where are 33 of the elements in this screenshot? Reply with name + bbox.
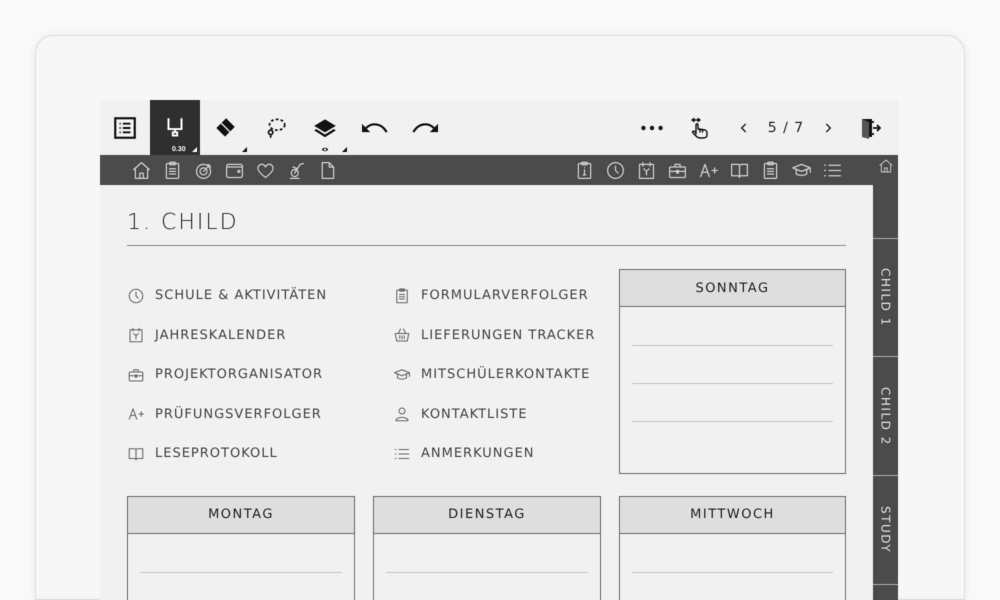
- menu-icon: [112, 114, 138, 140]
- more-icon: [641, 124, 663, 130]
- section-link[interactable]: PROJEKTORGANISATOR: [155, 367, 323, 382]
- page-number: 5 / 7: [766, 118, 806, 138]
- section-link[interactable]: MITSCHÜLERKONTAKTE: [421, 367, 590, 382]
- side-tab[interactable]: STUDY: [873, 476, 898, 585]
- section-link[interactable]: JAHRESKALENDER: [155, 328, 286, 343]
- basket-icon: [393, 326, 411, 344]
- day-header: MONTAG: [128, 496, 354, 534]
- section-link[interactable]: SCHULE & AKTIVITÄTEN: [155, 288, 328, 304]
- day-header: SONNTAG: [620, 270, 845, 307]
- page-title: 1. CHILD: [127, 210, 240, 237]
- eye-icon: [320, 146, 330, 153]
- side-tab[interactable]: CHILD 2: [873, 357, 898, 476]
- section-link[interactable]: KONTAKTLISTE: [421, 406, 528, 422]
- side-tab[interactable]: CHILD 1: [873, 239, 898, 357]
- day-header: DIENSTAG: [374, 496, 600, 534]
- redo-icon: [412, 122, 438, 134]
- person-icon: [393, 405, 411, 424]
- clock-icon: [127, 286, 145, 305]
- day-header: MITTWOCH: [620, 496, 845, 534]
- section-link[interactable]: LESEPROTOKOLL: [155, 446, 278, 462]
- clock-icon[interactable]: [605, 160, 626, 180]
- section-link[interactable]: FORMULARVERFOLGER: [421, 288, 589, 304]
- section-link[interactable]: ANMERKUNGEN: [421, 446, 535, 462]
- calendar-icon: [127, 326, 145, 344]
- clipboard-icon: [393, 286, 411, 305]
- section-link[interactable]: LIEFERUNGEN TRACKER: [421, 328, 596, 343]
- undo-icon: [362, 122, 388, 134]
- calendar-icon[interactable]: [636, 160, 657, 180]
- section-link[interactable]: PRÜFUNGSVERFOLGER: [155, 406, 322, 422]
- home-icon[interactable]: [131, 160, 152, 180]
- home-icon[interactable]: [878, 158, 894, 174]
